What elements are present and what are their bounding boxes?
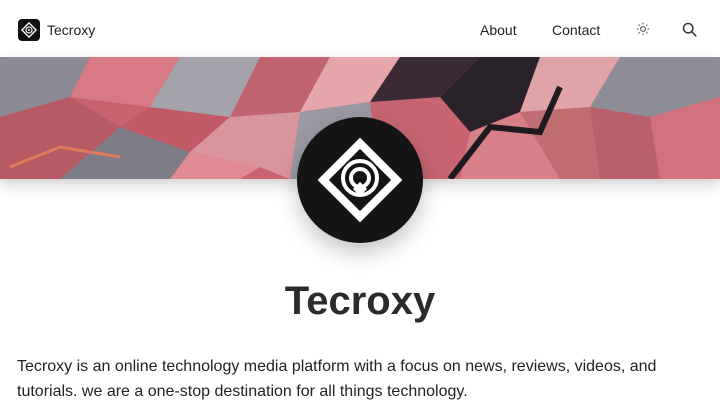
site-name: Tecroxy [47, 22, 96, 38]
profile-avatar-logo [297, 117, 423, 243]
search-icon[interactable] [681, 21, 697, 37]
site-logo-icon [18, 19, 40, 41]
home-link[interactable]: Tecroxy [18, 19, 95, 41]
sun-icon[interactable] [635, 21, 651, 37]
profile-title: Tecroxy [284, 279, 436, 323]
nav-about-link[interactable]: About [480, 22, 517, 38]
top-navbar: Tecroxy About Contact [0, 0, 720, 57]
nav-contact-link[interactable]: Contact [552, 22, 600, 38]
profile-description: Tecroxy is an online technology media pl… [17, 358, 657, 400]
